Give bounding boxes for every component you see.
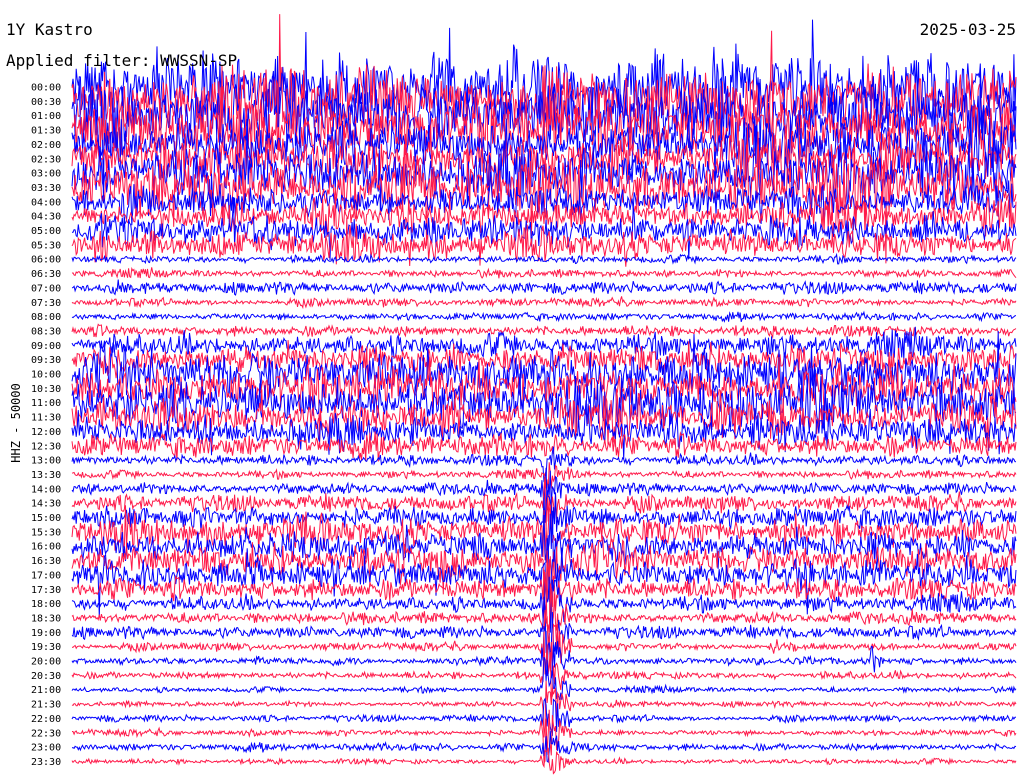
time-tick-label: 14:30 <box>31 499 61 510</box>
trace-row <box>71 446 1017 483</box>
trace-row <box>71 252 1017 265</box>
time-tick-label: 21:00 <box>31 685 61 696</box>
seismic-traces <box>71 14 1017 775</box>
time-tick-label: 04:30 <box>31 212 61 223</box>
time-tick-label: 16:00 <box>31 542 61 553</box>
time-tick-label: 16:30 <box>31 556 61 567</box>
trace-row <box>71 400 1017 459</box>
time-tick-label: 08:00 <box>31 312 61 323</box>
time-tick-label: 21:30 <box>31 700 61 711</box>
time-tick-label: 22:30 <box>31 728 61 739</box>
time-tick-label: 02:00 <box>31 140 61 151</box>
y-axis-channel-label: HHZ - 50000 <box>9 383 23 463</box>
time-tick-label: 18:30 <box>31 613 61 624</box>
time-tick-label: 11:30 <box>31 413 61 424</box>
time-tick-label: 12:30 <box>31 441 61 452</box>
time-tick-label: 06:30 <box>31 269 61 280</box>
time-tick-label: 04:00 <box>31 197 61 208</box>
filter-label: Applied filter: WWSSN-SP <box>6 51 238 70</box>
time-tick-label: 09:00 <box>31 341 61 352</box>
time-tick-label: 22:00 <box>31 714 61 725</box>
trace-row <box>71 431 1017 462</box>
time-tick-labels: 00:00 00:30 01:00 01:30 02:00 02:30 03:00 03:30… <box>31 83 61 768</box>
time-tick-label: 09:30 <box>31 355 61 366</box>
time-tick-label: 18:00 <box>31 599 61 610</box>
time-tick-label: 19:00 <box>31 628 61 639</box>
time-tick-label: 05:30 <box>31 240 61 251</box>
time-tick-label: 13:30 <box>31 470 61 481</box>
time-tick-label: 13:00 <box>31 456 61 467</box>
time-tick-label: 00:00 <box>31 83 61 94</box>
time-tick-label: 15:00 <box>31 513 61 524</box>
time-tick-label: 07:00 <box>31 283 61 294</box>
time-tick-label: 10:30 <box>31 384 61 395</box>
time-tick-label: 15:30 <box>31 527 61 538</box>
helicorder-plot: 00:00 00:30 01:00 01:30 02:00 02:30 03:00 03:30… <box>31 14 1017 775</box>
time-tick-label: 00:30 <box>31 97 61 108</box>
date-label: 2025-03-25 <box>919 20 1016 39</box>
time-tick-label: 01:30 <box>31 126 61 137</box>
time-tick-label: 06:00 <box>31 255 61 266</box>
station-title: 1Y Kastro <box>6 20 93 39</box>
trace-row <box>71 323 1017 339</box>
time-tick-label: 03:00 <box>31 169 61 180</box>
trace-row <box>71 279 1017 296</box>
trace-row <box>71 296 1017 310</box>
time-tick-label: 07:30 <box>31 298 61 309</box>
time-tick-label: 20:00 <box>31 657 61 668</box>
time-tick-label: 17:00 <box>31 570 61 581</box>
time-tick-label: 12:00 <box>31 427 61 438</box>
time-tick-label: 08:30 <box>31 326 61 337</box>
trace-row <box>71 310 1017 323</box>
time-tick-label: 23:30 <box>31 757 61 768</box>
time-tick-label: 20:30 <box>31 671 61 682</box>
time-tick-label: 14:00 <box>31 484 61 495</box>
time-tick-label: 11:00 <box>31 398 61 409</box>
trace-row <box>71 266 1017 279</box>
time-tick-label: 02:30 <box>31 154 61 165</box>
time-tick-label: 03:30 <box>31 183 61 194</box>
time-tick-label: 10:00 <box>31 370 61 381</box>
time-tick-label: 01:00 <box>31 111 61 122</box>
time-tick-label: 05:00 <box>31 226 61 237</box>
time-tick-label: 23:00 <box>31 743 61 754</box>
time-tick-label: 17:30 <box>31 585 61 596</box>
time-tick-label: 19:30 <box>31 642 61 653</box>
